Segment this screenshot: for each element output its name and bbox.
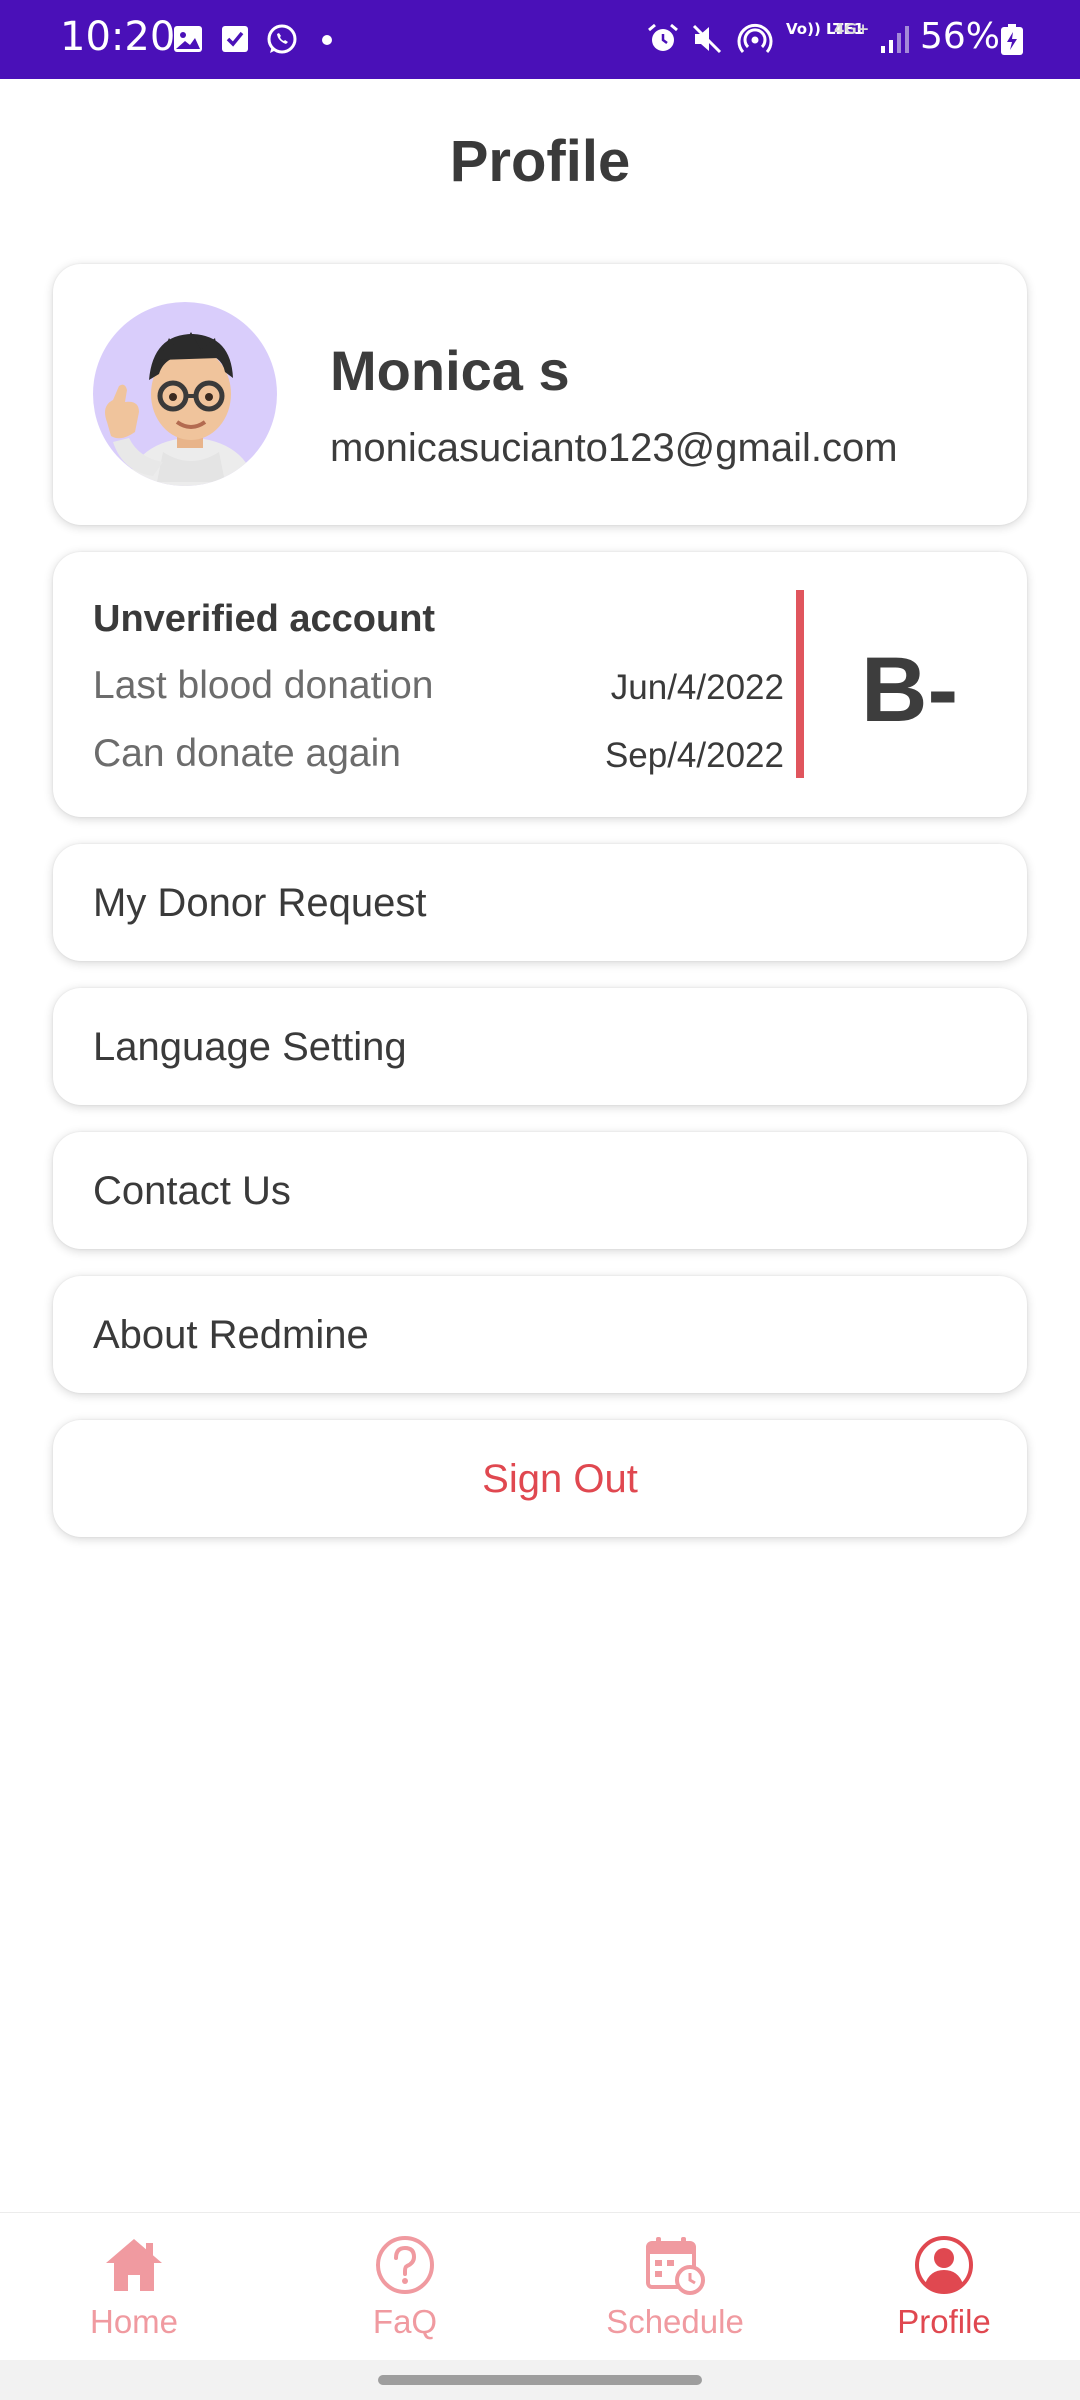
- sign-out-label: Sign Out: [482, 1457, 638, 1501]
- nav-label: Home: [89, 2303, 179, 2340]
- menu-item-label: Language Setting: [93, 1025, 407, 1069]
- profile-card[interactable]: Monica s monicasucianto123@gmail.com: [53, 264, 1027, 525]
- notification-dot: [322, 35, 332, 45]
- sign-out-button[interactable]: Sign Out: [53, 1420, 1027, 1537]
- signal-icon: [881, 26, 909, 53]
- status-bar: 10:20 Vo)) LTE1 4G+ 56%: [0, 0, 1080, 79]
- battery-charging-icon: [1001, 24, 1023, 55]
- last-donation-date: Jun/4/2022: [610, 668, 784, 707]
- menu-item-my-donor-request[interactable]: My Donor Request: [53, 844, 1027, 961]
- menu-item-label: Contact Us: [93, 1169, 291, 1213]
- hotspot-icon: [737, 23, 773, 53]
- status-time: 10:20: [60, 14, 176, 60]
- bottom-navigation: Home FaQ Schedule Profile: [0, 2212, 1080, 2360]
- question-circle-icon: [376, 2236, 434, 2294]
- mute-icon: [692, 24, 722, 54]
- menu-item-language-setting[interactable]: Language Setting: [53, 988, 1027, 1105]
- battery-percent: 56%: [920, 16, 1001, 57]
- memoji-avatar-icon: [105, 332, 253, 486]
- checkbox-icon: [222, 26, 248, 52]
- user-circle-icon: [915, 2236, 973, 2294]
- menu-item-label: My Donor Request: [93, 881, 427, 925]
- next-donation-label: Can donate again: [93, 732, 401, 775]
- page-title: Profile: [449, 129, 631, 194]
- whatsapp-icon: [267, 24, 297, 54]
- account-status-label: Unverified account: [93, 598, 436, 640]
- next-donation-date: Sep/4/2022: [604, 736, 784, 775]
- menu-item-about-redmine[interactable]: About Redmine: [53, 1276, 1027, 1393]
- donation-status-card: Unverified account Last blood donation J…: [53, 552, 1027, 817]
- gallery-icon: [174, 26, 202, 52]
- blood-type: B-: [861, 639, 959, 741]
- nav-item-faq[interactable]: FaQ: [305, 2233, 505, 2341]
- nav-item-schedule[interactable]: Schedule: [575, 2233, 775, 2341]
- last-donation-label: Last blood donation: [93, 664, 434, 707]
- nav-label: Profile: [897, 2303, 991, 2340]
- profile-name: Monica s: [330, 339, 570, 402]
- nav-item-home[interactable]: Home: [34, 2233, 234, 2341]
- nav-label: FaQ: [372, 2303, 438, 2340]
- divider: [796, 590, 804, 778]
- gesture-area: [0, 2360, 1080, 2400]
- network-4g-indicator: 4G+: [834, 20, 870, 38]
- home-icon: [106, 2239, 162, 2291]
- nav-label: Schedule: [606, 2303, 744, 2340]
- menu-item-contact-us[interactable]: Contact Us: [53, 1132, 1027, 1249]
- menu-item-label: About Redmine: [93, 1313, 369, 1357]
- calendar-clock-icon: [646, 2237, 705, 2295]
- nav-item-profile[interactable]: Profile: [844, 2233, 1044, 2341]
- profile-email: monicasucianto123@gmail.com: [330, 426, 898, 470]
- gesture-handle[interactable]: [378, 2375, 702, 2385]
- alarm-icon: [648, 23, 678, 51]
- avatar[interactable]: [93, 302, 277, 486]
